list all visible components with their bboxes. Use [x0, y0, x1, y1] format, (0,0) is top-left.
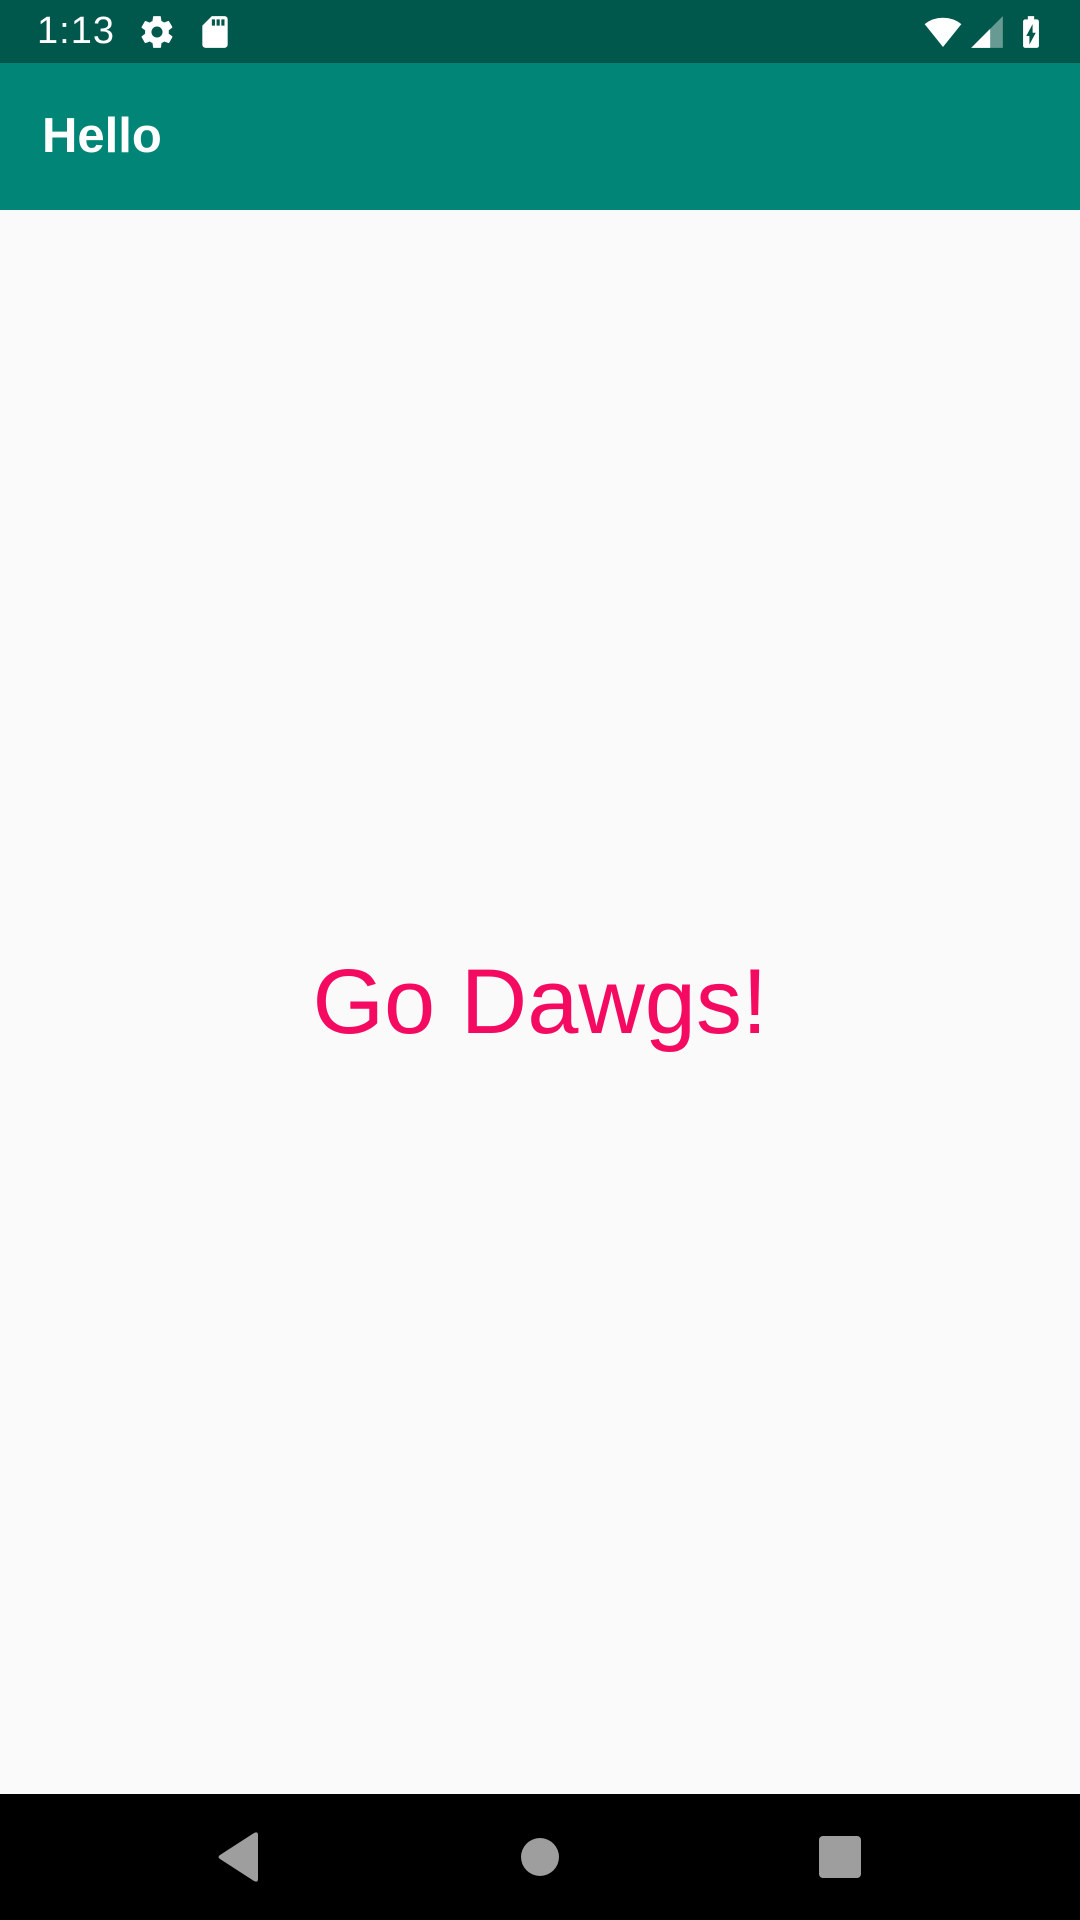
- wifi-icon: [922, 13, 964, 51]
- cell-signal-icon: [968, 13, 1006, 51]
- recents-icon[interactable]: [810, 1827, 870, 1887]
- status-bar: 1:13: [0, 0, 1080, 63]
- main-content: Go Dawgs!: [0, 210, 1080, 1794]
- app-title: Hello: [42, 109, 162, 163]
- status-time: 1:13: [37, 10, 115, 52]
- greeting-text: Go Dawgs!: [312, 950, 768, 1053]
- navigation-bar: [0, 1794, 1080, 1920]
- back-icon[interactable]: [210, 1827, 270, 1887]
- home-icon[interactable]: [510, 1827, 570, 1887]
- battery-charging-icon: [1012, 13, 1050, 51]
- gear-icon: [138, 13, 176, 51]
- sd-card-icon: [196, 13, 234, 51]
- app-bar: Hello: [0, 63, 1080, 210]
